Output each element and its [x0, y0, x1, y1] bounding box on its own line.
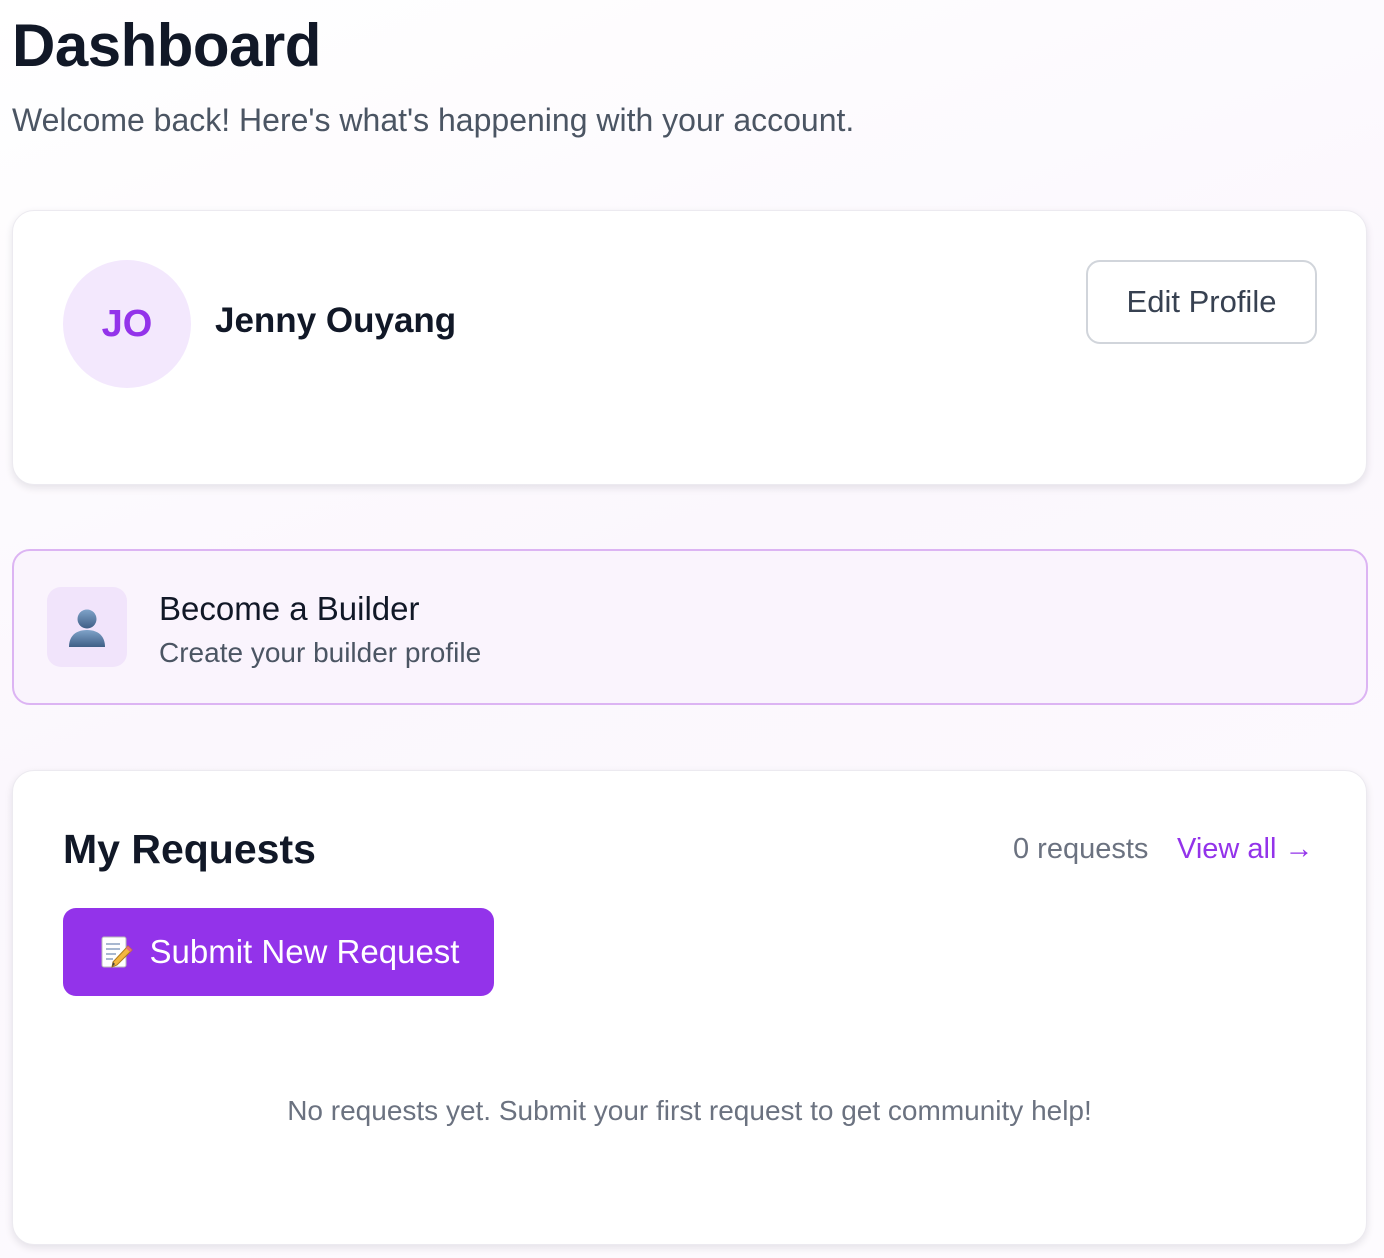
profile-card: JO Jenny Ouyang Edit Profile	[12, 210, 1367, 485]
submit-new-request-button[interactable]: Submit New Request	[63, 908, 494, 996]
profile-name: Jenny Ouyang	[215, 301, 457, 340]
avatar-initials: JO	[101, 302, 153, 345]
edit-profile-button[interactable]: Edit Profile	[1086, 260, 1317, 344]
empty-requests-message: No requests yet. Submit your first reque…	[287, 1095, 1092, 1126]
builder-subtitle: Create your builder profile	[159, 637, 482, 668]
person-silhouette-icon	[69, 609, 105, 647]
submit-request-label: Submit New Request	[149, 933, 460, 970]
avatar: JO	[63, 260, 191, 388]
become-builder-card[interactable]: Become a Builder Create your builder pro…	[12, 549, 1368, 705]
page-title: Dashboard	[12, 12, 321, 79]
dashboard-page: Dashboard Welcome back! Here's what's ha…	[0, 0, 1384, 1258]
builder-title: Become a Builder	[159, 590, 420, 627]
page-subtitle: Welcome back! Here's what's happening wi…	[12, 102, 855, 138]
requests-title: My Requests	[63, 826, 316, 872]
view-all-link[interactable]: View all →	[1177, 831, 1313, 867]
my-requests-card: My Requests 0 requests View all → Submit…	[12, 770, 1367, 1245]
memo-icon	[101, 936, 133, 968]
requests-count: 0 requests	[1013, 833, 1149, 865]
builder-icon-box	[47, 587, 127, 667]
